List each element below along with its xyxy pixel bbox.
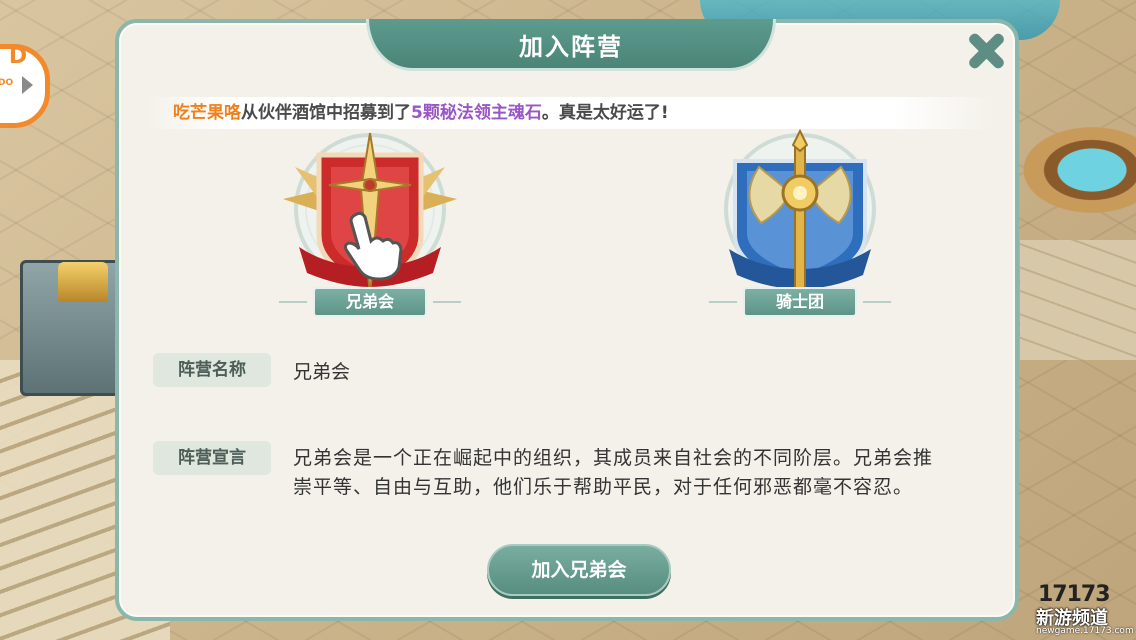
notice-count: 5颗 <box>411 103 440 123</box>
stone-wall <box>1020 240 1136 360</box>
banner-ornament-left <box>279 301 307 303</box>
join-faction-button[interactable]: 加入兄弟会 <box>487 544 671 596</box>
banner-ornament-right <box>433 301 461 303</box>
notice-text-1: 从伙伴酒馆中招募到了 <box>241 103 411 123</box>
join-faction-dialog: 加入阵营 吃芒果咯从伙伴酒馆中招募到了5颗秘法领主魂石。真是太好运了! 兄弟会 <box>115 19 1019 621</box>
faction-name-label: 阵营名称 <box>153 353 271 387</box>
banner-ornament-left <box>709 301 737 303</box>
broadcast-notice: 吃芒果咯从伙伴酒馆中招募到了5颗秘法领主魂石。真是太好运了! <box>145 97 995 129</box>
notice-item: 秘法领主魂石 <box>439 103 542 123</box>
faction-name-value: 兄弟会 <box>293 361 351 383</box>
faction-brotherhood-label: 兄弟会 <box>313 287 427 317</box>
faction-knights[interactable]: 骑士团 <box>699 127 901 319</box>
tap-hand-icon <box>343 211 403 281</box>
watermark-url: newgame.17173.com <box>1036 626 1134 636</box>
title-tab: 加入阵营 <box>366 19 776 71</box>
notice-player: 吃芒果咯 <box>173 103 241 123</box>
faction-declaration-label: 阵营宣言 <box>153 441 271 475</box>
arrow-right-icon[interactable] <box>22 76 33 94</box>
dialog-title: 加入阵营 <box>519 33 623 61</box>
side-logo-text: D <box>8 44 28 69</box>
site-watermark: 17173 新游频道 newgame.17173.com <box>1032 582 1134 638</box>
faction-declaration-value: 兄弟会是一个正在崛起中的组织，其成员来自社会的不同阶层。兄弟会推崇平等、自由与互… <box>293 447 934 498</box>
banner-ornament-right <box>863 301 891 303</box>
side-logo-subtext: DO <box>0 78 14 88</box>
close-icon[interactable] <box>961 27 1009 75</box>
faction-knights-label: 骑士团 <box>743 287 857 317</box>
golden-roof <box>58 262 108 302</box>
notice-text-2: 。真是太好运了! <box>541 103 669 123</box>
